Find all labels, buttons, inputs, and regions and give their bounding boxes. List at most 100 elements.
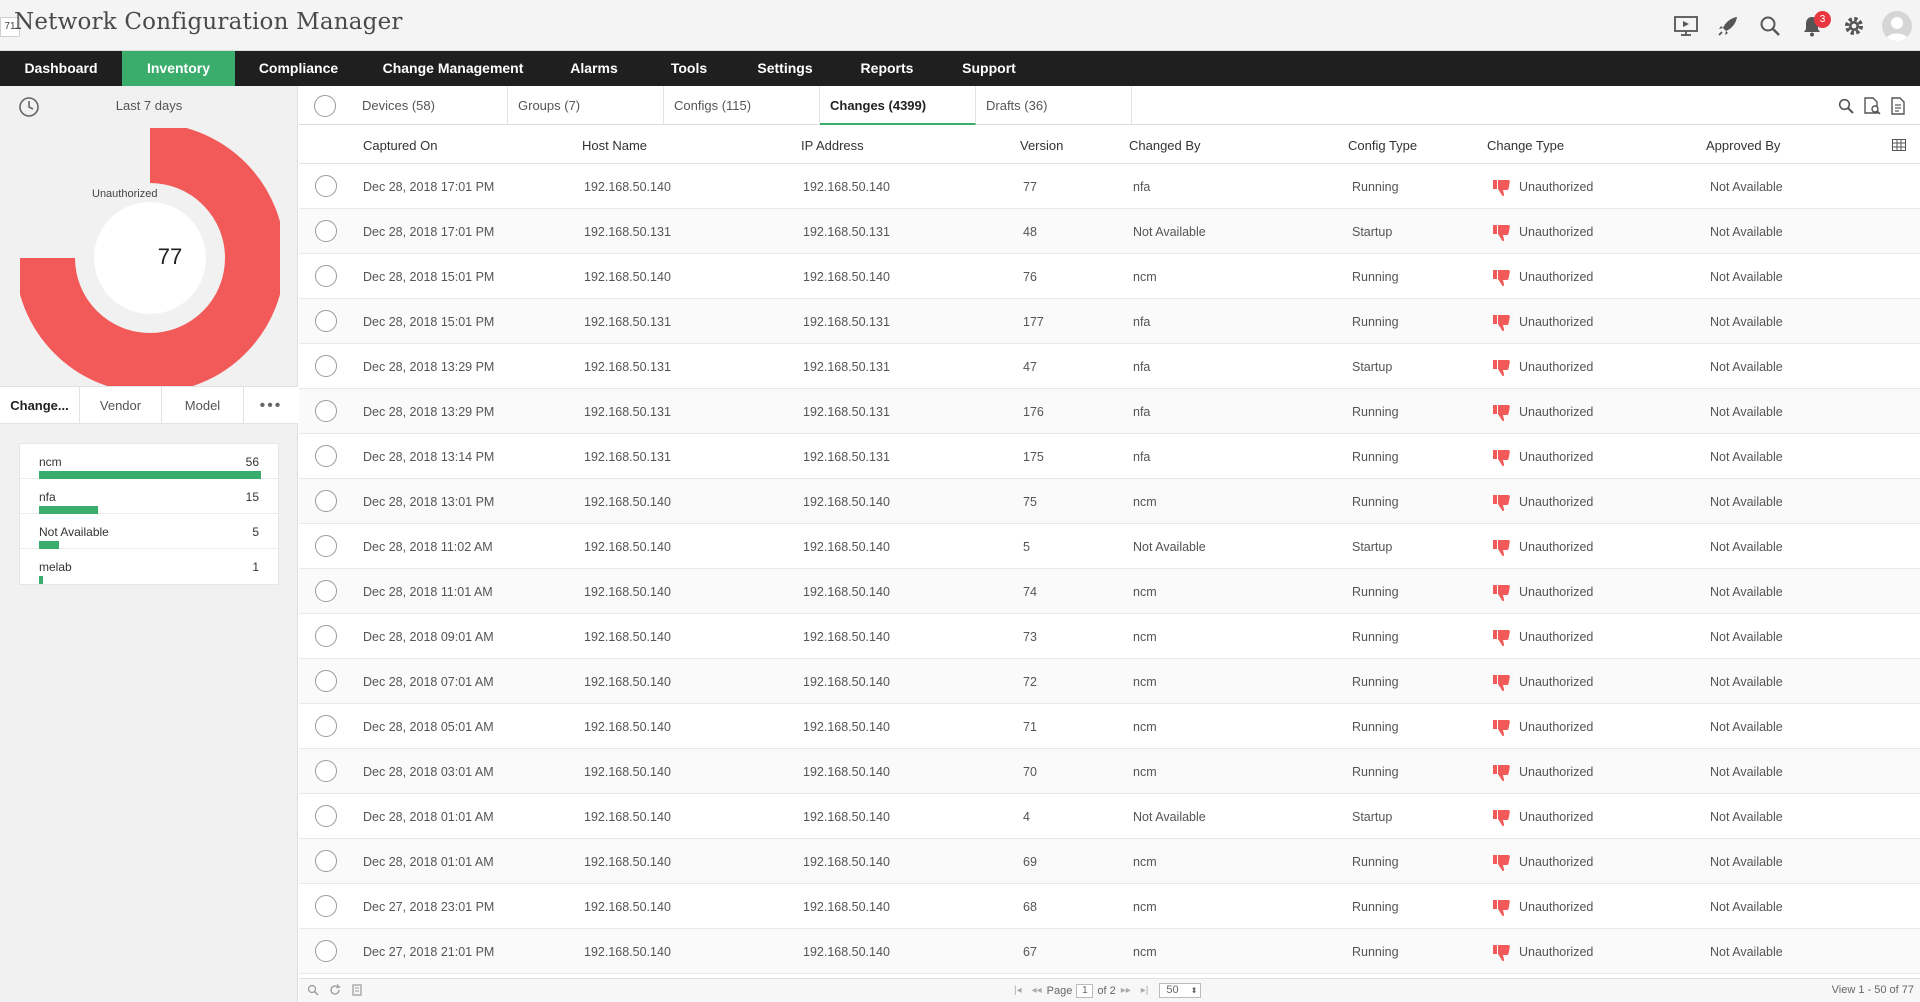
- nav-change-management[interactable]: Change Management: [362, 51, 544, 86]
- cell-host-name[interactable]: 192.168.50.140: [584, 540, 671, 554]
- row-select-radio[interactable]: [315, 400, 337, 422]
- tab-devices[interactable]: Devices (58): [352, 86, 508, 125]
- cell-host-name[interactable]: 192.168.50.140: [584, 495, 671, 509]
- row-select-radio[interactable]: [315, 850, 337, 872]
- table-row[interactable]: Dec 28, 2018 07:01 AM 192.168.50.140 192.1…: [299, 659, 1920, 704]
- first-page-icon[interactable]: |◂: [1014, 985, 1022, 996]
- table-row[interactable]: Dec 28, 2018 01:01 AM 192.168.50.140 192.1…: [299, 794, 1920, 839]
- export-icon[interactable]: [351, 984, 363, 999]
- bar-row[interactable]: nfa 15: [20, 479, 278, 514]
- table-row[interactable]: Dec 28, 2018 11:02 AM 192.168.50.140 192.1…: [299, 524, 1920, 569]
- column-chooser-icon[interactable]: [1892, 138, 1906, 156]
- row-select-radio[interactable]: [315, 310, 337, 332]
- cell-host-name[interactable]: 192.168.50.140: [584, 765, 671, 779]
- search-icon[interactable]: [1834, 94, 1858, 118]
- cell-host-name[interactable]: 192.168.50.131: [584, 450, 671, 464]
- subtab-model[interactable]: Model: [162, 387, 244, 424]
- row-select-radio[interactable]: [315, 490, 337, 512]
- table-row[interactable]: Dec 28, 2018 11:01 AM 192.168.50.140 192.1…: [299, 569, 1920, 614]
- row-select-radio[interactable]: [315, 445, 337, 467]
- cell-host-name[interactable]: 192.168.50.140: [584, 675, 671, 689]
- row-select-radio[interactable]: [315, 670, 337, 692]
- table-row[interactable]: Dec 28, 2018 17:01 PM 192.168.50.140 192.1…: [299, 164, 1920, 209]
- column-host-name[interactable]: Host Name: [582, 138, 647, 153]
- more-options-icon[interactable]: •••: [244, 387, 298, 424]
- last-page-icon[interactable]: ▸|: [1141, 985, 1149, 996]
- table-row[interactable]: Dec 28, 2018 13:01 PM 192.168.50.140 192.1…: [299, 479, 1920, 524]
- bar-row[interactable]: Not Available 5: [20, 514, 278, 549]
- table-row[interactable]: Dec 28, 2018 13:29 PM 192.168.50.131 192.1…: [299, 344, 1920, 389]
- tab-drafts[interactable]: Drafts (36): [976, 86, 1132, 125]
- row-select-radio[interactable]: [315, 175, 337, 197]
- search-icon[interactable]: [307, 984, 319, 999]
- row-select-radio[interactable]: [315, 580, 337, 602]
- report-icon[interactable]: [1886, 94, 1910, 118]
- row-select-radio[interactable]: [315, 355, 337, 377]
- bar-row[interactable]: melab 1: [20, 549, 278, 584]
- cell-host-name[interactable]: 192.168.50.140: [584, 855, 671, 869]
- cell-host-name[interactable]: 192.168.50.140: [584, 270, 671, 284]
- table-row[interactable]: Dec 28, 2018 15:01 PM 192.168.50.131 192.1…: [299, 299, 1920, 344]
- table-row[interactable]: Dec 28, 2018 03:01 AM 192.168.50.140 192.1…: [299, 749, 1920, 794]
- nav-alarms[interactable]: Alarms: [544, 51, 644, 86]
- bar-row[interactable]: ncm 56: [20, 444, 278, 479]
- period-selector[interactable]: Last 7 days: [0, 86, 298, 124]
- column-ip-address[interactable]: IP Address: [801, 138, 864, 153]
- column-captured-on[interactable]: Captured On: [363, 138, 437, 153]
- user-avatar[interactable]: [1882, 10, 1912, 41]
- table-row[interactable]: Dec 28, 2018 13:14 PM 192.168.50.131 192.1…: [299, 434, 1920, 479]
- table-row[interactable]: Dec 28, 2018 09:01 AM 192.168.50.140 192.1…: [299, 614, 1920, 659]
- table-row[interactable]: Dec 28, 2018 17:01 PM 192.168.50.131 192.1…: [299, 209, 1920, 254]
- cell-host-name[interactable]: 192.168.50.131: [584, 225, 671, 239]
- nav-support[interactable]: Support: [938, 51, 1040, 86]
- row-select-radio[interactable]: [315, 760, 337, 782]
- row-select-radio[interactable]: [315, 895, 337, 917]
- nav-dashboard[interactable]: Dashboard: [0, 51, 122, 86]
- table-row[interactable]: Dec 27, 2018 21:01 PM 192.168.50.140 192.1…: [299, 929, 1920, 974]
- table-row[interactable]: Dec 28, 2018 05:01 AM 192.168.50.140 192.1…: [299, 704, 1920, 749]
- document-search-icon[interactable]: [1860, 94, 1884, 118]
- cell-host-name[interactable]: 192.168.50.140: [584, 945, 671, 959]
- cell-host-name[interactable]: 192.168.50.140: [584, 180, 671, 194]
- table-row[interactable]: Dec 28, 2018 01:01 AM 192.168.50.140 192.1…: [299, 839, 1920, 884]
- table-row[interactable]: Dec 28, 2018 15:01 PM 192.168.50.140 192.1…: [299, 254, 1920, 299]
- column-approved-by[interactable]: Approved By: [1706, 138, 1780, 153]
- cell-host-name[interactable]: 192.168.50.131: [584, 315, 671, 329]
- cell-host-name[interactable]: 192.168.50.140: [584, 810, 671, 824]
- table-row[interactable]: Dec 27, 2018 23:01 PM 192.168.50.140 192.1…: [299, 884, 1920, 929]
- presentation-icon[interactable]: [1666, 6, 1706, 46]
- rocket-icon[interactable]: [1708, 6, 1748, 46]
- cell-host-name[interactable]: 192.168.50.140: [584, 720, 671, 734]
- row-select-radio[interactable]: [315, 535, 337, 557]
- select-all-radio[interactable]: [314, 95, 336, 117]
- page-number-input[interactable]: 1: [1076, 983, 1094, 998]
- previous-page-icon[interactable]: ◂◂: [1032, 985, 1042, 996]
- row-select-radio[interactable]: [315, 805, 337, 827]
- tab-changes[interactable]: Changes (4399): [820, 86, 976, 125]
- bell-icon[interactable]: 3: [1792, 6, 1832, 46]
- column-change-type[interactable]: Change Type: [1487, 138, 1564, 153]
- cell-host-name[interactable]: 192.168.50.131: [584, 360, 671, 374]
- search-icon[interactable]: [1750, 6, 1790, 46]
- tab-groups[interactable]: Groups (7): [508, 86, 664, 125]
- nav-tools[interactable]: Tools: [644, 51, 734, 86]
- next-page-icon[interactable]: ▸▸: [1121, 985, 1131, 996]
- gear-icon[interactable]: [1834, 6, 1874, 46]
- cell-host-name[interactable]: 192.168.50.131: [584, 405, 671, 419]
- tab-configs[interactable]: Configs (115): [664, 86, 820, 125]
- nav-settings[interactable]: Settings: [734, 51, 836, 86]
- row-select-radio[interactable]: [315, 220, 337, 242]
- column-config-type[interactable]: Config Type: [1348, 138, 1417, 153]
- row-select-radio[interactable]: [315, 265, 337, 287]
- column-version[interactable]: Version: [1020, 138, 1063, 153]
- subtab-vendor[interactable]: Vendor: [80, 387, 162, 424]
- cell-host-name[interactable]: 192.168.50.140: [584, 585, 671, 599]
- subtab-changed-by[interactable]: Change...: [0, 387, 80, 424]
- row-select-radio[interactable]: [315, 940, 337, 962]
- cell-host-name[interactable]: 192.168.50.140: [584, 630, 671, 644]
- nav-inventory[interactable]: Inventory: [122, 51, 235, 86]
- row-select-radio[interactable]: [315, 715, 337, 737]
- nav-compliance[interactable]: Compliance: [235, 51, 362, 86]
- cell-host-name[interactable]: 192.168.50.140: [584, 900, 671, 914]
- column-changed-by[interactable]: Changed By: [1129, 138, 1201, 153]
